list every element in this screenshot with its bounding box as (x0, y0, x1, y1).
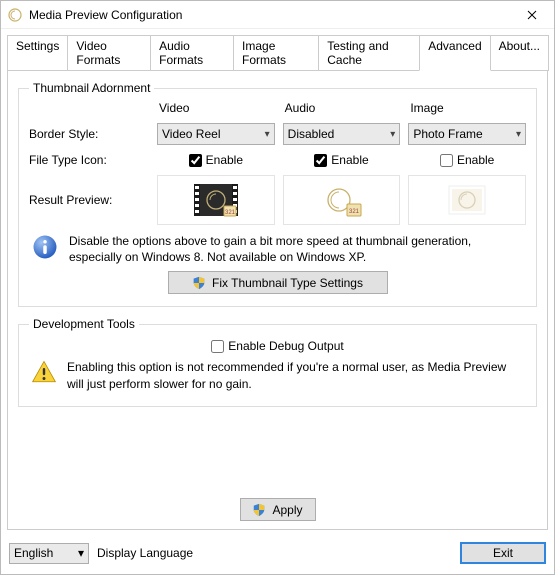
checkbox-video-icon-label: Enable (206, 153, 243, 167)
row-label-preview: Result Preview: (29, 193, 149, 207)
checkbox-video-icon[interactable]: Enable (157, 153, 275, 167)
exit-button[interactable]: Exit (460, 542, 546, 564)
col-head-audio: Audio (283, 101, 401, 115)
footer-language-label: Display Language (97, 546, 193, 560)
exit-button-label: Exit (493, 546, 513, 560)
tab-advanced[interactable]: Advanced (419, 35, 490, 71)
close-button[interactable] (510, 1, 554, 29)
preview-image-icon (443, 182, 491, 218)
preview-audio-icon: 321 (317, 182, 365, 218)
dropdown-language-value: English (14, 546, 53, 560)
dropdown-language[interactable]: English ▾ (9, 543, 89, 564)
svg-text:321: 321 (349, 209, 360, 215)
spacer (18, 417, 537, 498)
row-label-border: Border Style: (29, 127, 149, 141)
content: Settings Video Formats Audio Formats Ima… (1, 29, 554, 574)
footer: English ▾ Display Language Exit (1, 536, 554, 574)
warn-text: Enabling this option is not recommended … (67, 359, 524, 391)
dropdown-video-border[interactable]: Video Reel ▾ (157, 123, 275, 145)
checkbox-audio-icon[interactable]: Enable (283, 153, 401, 167)
checkbox-image-icon-label: Enable (457, 153, 494, 167)
col-head-image: Image (408, 101, 526, 115)
fix-thumbnail-button[interactable]: Fix Thumbnail Type Settings (168, 271, 388, 294)
warning-icon (31, 359, 57, 385)
preview-image (408, 175, 526, 225)
fix-thumbnail-button-label: Fix Thumbnail Type Settings (212, 276, 363, 290)
info-text: Disable the options above to gain a bit … (69, 233, 524, 265)
chevron-down-icon: ▾ (390, 129, 395, 140)
checkbox-video-icon-input[interactable] (189, 154, 202, 167)
group-thumbnail-adornment-legend: Thumbnail Adornment (29, 81, 154, 95)
titlebar: Media Preview Configuration (1, 1, 554, 29)
close-icon (527, 10, 537, 20)
warn-row: Enabling this option is not recommended … (31, 359, 524, 391)
tab-panel-advanced: Thumbnail Adornment Video Audio Image Bo… (7, 70, 548, 530)
chevron-down-icon: ▾ (78, 546, 84, 560)
checkbox-image-icon-input[interactable] (440, 154, 453, 167)
dropdown-image-border[interactable]: Photo Frame ▾ (408, 123, 526, 145)
chevron-down-icon: ▾ (265, 129, 270, 140)
info-icon (31, 233, 59, 261)
checkbox-audio-icon-label: Enable (331, 153, 368, 167)
dropdown-audio-border-value: Disabled (288, 127, 335, 141)
chevron-down-icon: ▾ (516, 129, 521, 140)
tab-image-formats[interactable]: Image Formats (233, 35, 319, 71)
tab-video-formats[interactable]: Video Formats (67, 35, 151, 71)
dropdown-image-border-value: Photo Frame (413, 127, 482, 141)
tab-testing-cache[interactable]: Testing and Cache (318, 35, 420, 71)
shield-icon (192, 276, 206, 290)
svg-text:321: 321 (225, 210, 236, 216)
dropdown-audio-border[interactable]: Disabled ▾ (283, 123, 401, 145)
tab-settings[interactable]: Settings (7, 35, 68, 71)
window-title: Media Preview Configuration (29, 8, 182, 22)
window: Media Preview Configuration Settings Vid… (0, 0, 555, 575)
app-icon (7, 7, 23, 23)
row-label-icon: File Type Icon: (29, 153, 149, 167)
tab-strip: Settings Video Formats Audio Formats Ima… (1, 29, 554, 71)
group-development-tools: Development Tools Enable Debug Output En… (18, 317, 537, 406)
checkbox-debug-output-label: Enable Debug Output (228, 339, 343, 353)
preview-video-icon: 321 (192, 182, 240, 218)
tab-audio-formats[interactable]: Audio Formats (150, 35, 234, 71)
shield-icon (252, 503, 266, 517)
titlebar-left: Media Preview Configuration (7, 7, 182, 23)
dropdown-video-border-value: Video Reel (162, 127, 221, 141)
checkbox-debug-output[interactable]: Enable Debug Output (211, 339, 343, 353)
group-thumbnail-adornment: Thumbnail Adornment Video Audio Image Bo… (18, 81, 537, 307)
group-development-tools-legend: Development Tools (29, 317, 139, 331)
adornment-grid: Video Audio Image Border Style: Video Re… (29, 101, 526, 225)
col-head-video: Video (157, 101, 275, 115)
preview-audio: 321 (283, 175, 401, 225)
preview-video: 321 (157, 175, 275, 225)
apply-button-label: Apply (272, 503, 302, 517)
checkbox-audio-icon-input[interactable] (314, 154, 327, 167)
debug-row: Enable Debug Output (29, 339, 526, 353)
checkbox-image-icon[interactable]: Enable (408, 153, 526, 167)
info-row: Disable the options above to gain a bit … (31, 233, 524, 265)
tab-about[interactable]: About... (490, 35, 549, 71)
checkbox-debug-output-input[interactable] (211, 340, 224, 353)
apply-button[interactable]: Apply (240, 498, 316, 521)
